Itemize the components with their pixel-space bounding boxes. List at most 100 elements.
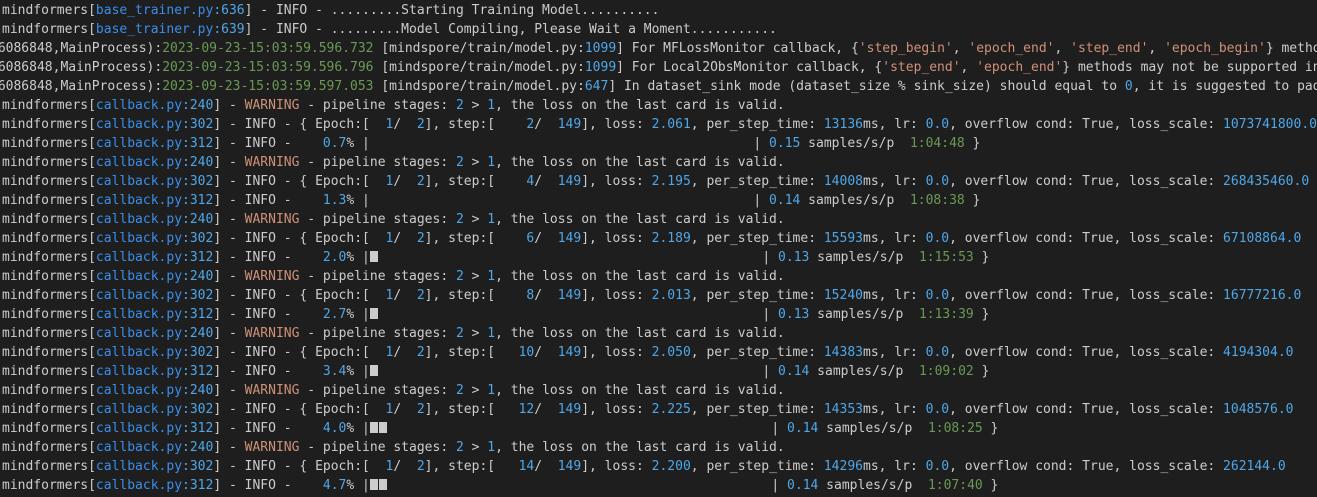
log-line: mindformers[callback.py:302] - INFO - { … [0,286,1317,305]
log-segment: / [393,402,417,417]
log-segment: callback.py [95,231,183,246]
log-segment: ] - INFO - { Epoch:[ [213,117,386,132]
log-segment: ] - INFO - { Epoch:[ [213,231,386,246]
log-segment: , overflow cond: True, loss_scale: [949,459,1224,474]
log-segment: / [393,231,417,246]
log-segment: samples/s/p [800,136,910,151]
log-segment: :240 [182,326,214,341]
log-segment: 15240 [823,288,863,303]
log-segment: WARNING [244,383,300,398]
log-segment: 10 [518,345,535,360]
log-segment: mindformers[ [2,440,96,455]
log-segment: callback.py [95,326,183,341]
log-segment: / [534,402,558,417]
log-segment: ] - INFO - [213,136,323,151]
log-segment: ] - INFO - [213,307,323,322]
log-segment: ], step:[ [424,345,519,360]
log-segment: mindformers[ [2,155,96,170]
log-segment: / [393,459,417,474]
log-segment: callback.py [95,383,183,398]
log-segment: 0.0 [925,231,950,246]
log-segment: WARNING [244,440,300,455]
log-segment: 0.13 [778,250,810,265]
log-segment: :312 [182,193,214,208]
log-line: mindformers[callback.py:312] - INFO - 0.… [0,134,1317,153]
log-segment: ] - INFO - .........Starting Training Mo… [244,3,660,18]
log-segment: 1 [487,326,496,341]
log-segment: WARNING [244,269,300,284]
log-segment: :240 [182,269,214,284]
log-segment: ] For MFLossMonitor callback, { [616,41,859,56]
log-segment: 0.14 [787,478,819,493]
log-segment: :302 [182,288,214,303]
log-line: mindformers[callback.py:302] - INFO - { … [0,172,1317,191]
log-segment: 0.0 [925,174,950,189]
log-segment: 'epoch_begin' [1164,41,1266,56]
log-segment: 1:08:38 [909,193,965,208]
log-segment: 1 [487,98,496,113]
log-segment: callback.py [95,288,183,303]
log-segment: callback.py [95,307,183,322]
log-segment: mindformers[ [2,22,96,37]
log-segment: , [1054,41,1071,56]
log-segment: , [1148,41,1165,56]
log-segment: 14296 [823,459,863,474]
log-segment: ] - [213,440,245,455]
log-segment: > [463,98,488,113]
log-segment: } methods [1265,41,1317,56]
log-segment: samples/s/p [800,193,910,208]
log-segment: 2 [455,326,464,341]
log-segment: 1:09:02 [918,364,974,379]
log-segment: 2.061 [651,117,691,132]
log-segment: , per_step_time: [690,288,824,303]
log-segment: callback.py [95,421,183,436]
log-segment: samples/s/p [818,478,928,493]
log-segment: 2 [416,288,425,303]
log-segment: 2 [416,459,425,474]
log-segment: 1:08:25 [927,421,983,436]
log-segment: ] In dataset_sink mode (dataset_size % s… [608,79,1125,94]
log-segment: 4.0 [322,421,347,436]
log-segment: WARNING [244,212,300,227]
log-segment: | [369,136,770,151]
log-segment: , per_step_time: [690,174,824,189]
log-segment: mindformers[ [2,326,96,341]
log-segment: 0 [1124,79,1133,94]
log-segment: - pipeline stages: [299,326,456,341]
log-segment: mindformers[ [2,269,96,284]
log-segment: ] - [213,383,245,398]
log-line: mindformers[callback.py:302] - INFO - { … [0,343,1317,362]
log-segment: base_trainer.py [95,3,214,18]
log-line: mindformers[callback.py:240] - WARNING -… [0,438,1317,457]
log-segment: 'step_end' [1070,41,1149,56]
log-line: mindformers[callback.py:240] - WARNING -… [0,210,1317,229]
log-line: mindformers[base_trainer.py:639] - INFO … [0,20,1317,39]
log-segment: / [534,174,558,189]
log-segment: 'step_end' [882,60,961,75]
log-segment: WARNING [244,98,300,113]
terminal-output[interactable]: mindformers[base_trainer.py:636] - INFO … [0,0,1317,497]
log-segment: 14353 [823,402,863,417]
log-segment: mindformers[ [2,193,96,208]
log-segment: 2023-09-23-15:03:59.596.796 [162,60,374,75]
log-line: mindformers[callback.py:312] - INFO - 4.… [0,419,1317,438]
log-line: mindformers[callback.py:240] - WARNING -… [0,324,1317,343]
log-segment: mindformers[ [2,364,96,379]
log-segment: :240 [182,98,214,113]
log-segment: 2 [416,402,425,417]
log-segment: 0.0 [925,117,950,132]
log-segment: , the loss on the last card is valid. [495,269,785,284]
log-segment: 149 [557,288,582,303]
log-segment: / [393,288,417,303]
log-segment: % | [346,478,370,493]
log-segment: > [463,155,488,170]
log-segment: mindformers[ [2,231,96,246]
log-segment: WARNING [244,326,300,341]
log-segment: ms, lr: [863,117,926,132]
log-segment: | [387,421,788,436]
log-segment: ] - INFO - .........Model Compiling, Ple… [244,22,777,37]
log-segment: 1:04:48 [909,136,965,151]
log-segment: / [393,174,417,189]
log-segment: :312 [182,250,214,265]
log-segment: samples/s/p [809,307,919,322]
